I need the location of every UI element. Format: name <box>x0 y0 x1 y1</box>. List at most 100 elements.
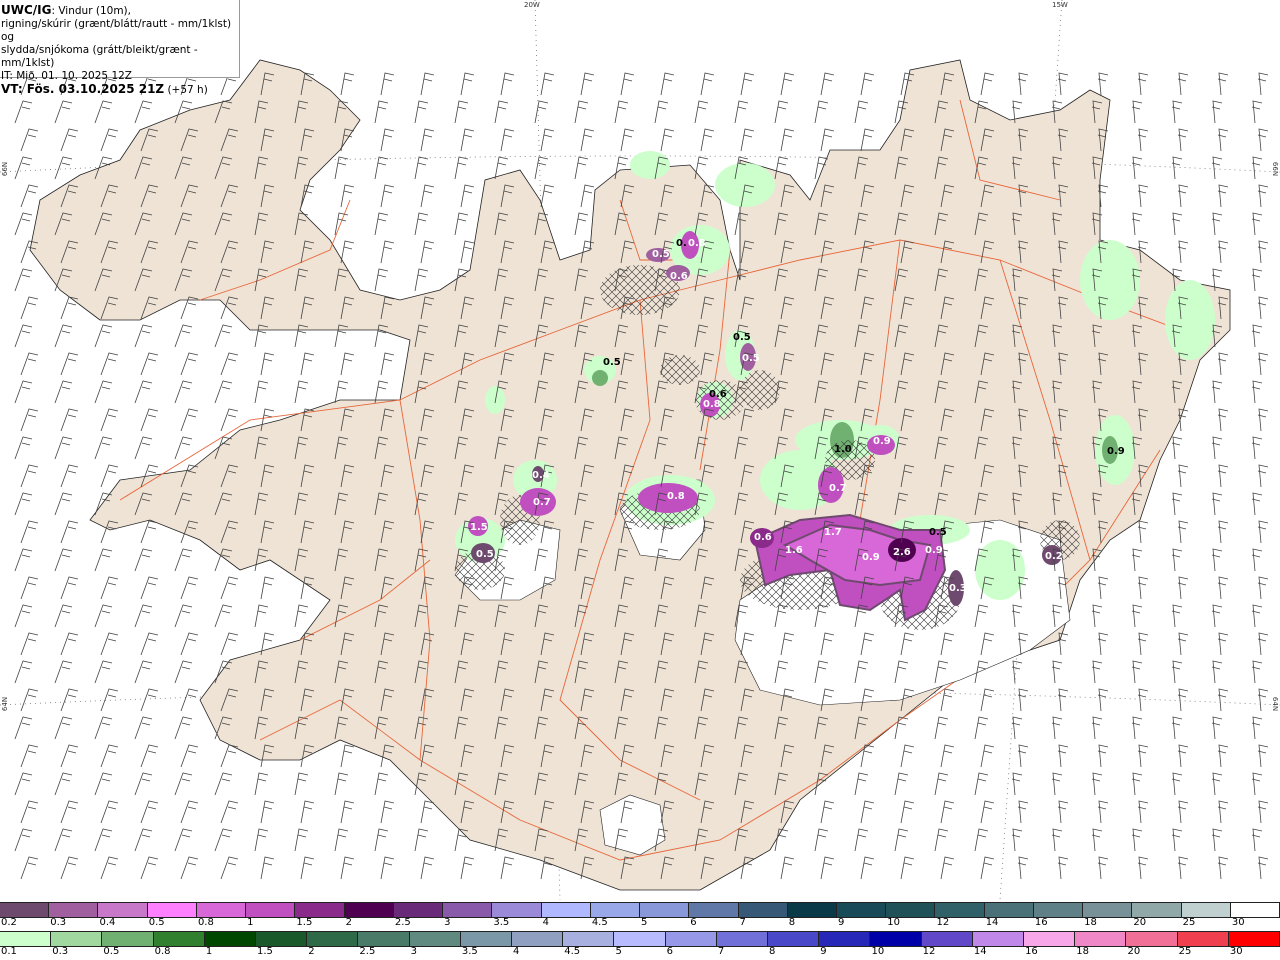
colorbar-tick-label: 3 <box>410 946 417 957</box>
wind-barb <box>494 100 509 124</box>
colorbar-tick-label: 14 <box>973 946 987 957</box>
colorbar-tick-label: 18 <box>1076 946 1089 957</box>
wind-barb <box>1211 436 1223 460</box>
colorbar-tick-label: 2 <box>345 917 353 928</box>
wind-barb <box>420 72 435 96</box>
precip-value-label: 1.0 <box>834 444 852 455</box>
wind-barb <box>1057 744 1069 768</box>
colorbar-segment <box>640 903 690 917</box>
wind-barb <box>100 632 119 656</box>
precip-value-label: 0.5 <box>476 549 494 560</box>
colorbar-tick-label: 25 <box>1178 946 1192 957</box>
wind-barb <box>374 156 389 180</box>
wind-barb <box>220 744 239 768</box>
wind-barb <box>100 744 119 768</box>
wind-barb <box>660 128 675 152</box>
colorbar-segment <box>1024 932 1076 946</box>
wind-barb <box>980 800 995 824</box>
wind-barb <box>820 128 835 152</box>
wind-barb <box>14 660 33 684</box>
colorbar-segment <box>51 932 103 946</box>
wind-barb <box>54 548 73 572</box>
wind-barb <box>14 716 33 740</box>
colorbar-tick-label: 7 <box>739 917 746 928</box>
wind-barb <box>580 72 595 96</box>
wind-barb <box>134 380 153 404</box>
wind-barb <box>60 744 79 768</box>
colorbar-tick-label: 0.5 <box>103 946 120 957</box>
wind-barb <box>460 128 475 152</box>
wind-barb <box>220 576 239 600</box>
precip-value-label: 0.5 <box>652 249 670 260</box>
colorbar-segment <box>836 903 887 917</box>
wind-barb <box>134 660 153 684</box>
wind-barb <box>1137 856 1149 880</box>
colorbar-segment <box>98 903 148 917</box>
colorbar-tick-label: 16 <box>1034 917 1048 928</box>
lat-label-64n-left: 64N <box>1 696 10 712</box>
wind-barb <box>60 352 79 376</box>
wind-barb <box>1177 744 1189 768</box>
wind-barb <box>374 212 389 236</box>
wind-barb <box>1177 856 1189 880</box>
wind-barb <box>340 240 355 264</box>
colorbar-tick-label: 9 <box>820 946 827 957</box>
wind-barb <box>334 772 349 796</box>
wind-barb <box>20 744 39 768</box>
wind-barb <box>14 828 33 852</box>
map-title-box: UWC/IG: Vindur (10m), rigning/skúrir (gr… <box>0 0 240 96</box>
wind-barb <box>180 800 199 824</box>
wind-barb <box>140 632 159 656</box>
wind-barb <box>54 100 73 124</box>
wind-barb <box>180 632 199 656</box>
wind-barb <box>1257 744 1269 768</box>
wind-barb <box>934 772 949 796</box>
wind-barb <box>340 856 355 880</box>
colorbar-tick-label: 0.8 <box>154 946 171 957</box>
rain-area <box>630 151 670 179</box>
lat-label-66n-right: 66N <box>1271 161 1280 177</box>
wind-barb <box>894 828 909 852</box>
wind-barb <box>54 716 73 740</box>
colorbar-tick-label: 10 <box>887 917 900 928</box>
wind-barb <box>414 100 429 124</box>
wind-barb <box>1137 576 1149 600</box>
precip-value-label: 0.7 <box>533 497 551 508</box>
colorbar-segment <box>196 903 247 917</box>
wind-barb <box>100 408 119 432</box>
title-text: : Vindur (10m), <box>51 5 131 17</box>
wind-barb <box>134 604 153 628</box>
wind-barb <box>20 464 39 488</box>
wind-barb <box>860 72 875 96</box>
wind-barb <box>1171 156 1183 180</box>
colorbar-segment <box>689 903 739 917</box>
wind-barb <box>20 520 39 544</box>
colorbar-tick-label: 14 <box>985 917 999 928</box>
wind-barb <box>1091 772 1103 796</box>
colorbar-tick-label: 0.5 <box>148 917 165 928</box>
colorbar-segment <box>886 903 936 917</box>
wind-barb <box>820 72 835 96</box>
colorbar-segment <box>1230 903 1280 917</box>
wind-barb <box>1091 660 1103 684</box>
wind-barb <box>1211 100 1223 124</box>
wind-barb <box>534 100 549 124</box>
wind-barb <box>420 800 435 824</box>
colorbar-segment <box>1033 903 1084 917</box>
wind-barb <box>1177 128 1189 152</box>
wind-barb <box>1057 72 1069 96</box>
colorbar-segment <box>1075 932 1127 946</box>
wind-barb <box>100 352 119 376</box>
wind-barb <box>1131 716 1143 740</box>
wind-barb <box>1211 716 1223 740</box>
wind-barb <box>100 800 119 824</box>
wind-barb <box>1131 660 1143 684</box>
precip-value-label: 1.5 <box>470 522 488 533</box>
wind-barb <box>214 324 233 348</box>
wind-barb <box>1257 184 1269 208</box>
weather-map: 0.50.60.50.50.80. 0.80.50.61.00.90.70.61.… <box>0 0 1280 900</box>
wind-barb <box>220 632 239 656</box>
wind-barb <box>1017 856 1029 880</box>
colorbar-tick-label: 25 <box>1182 917 1196 928</box>
rain-area <box>485 386 505 414</box>
